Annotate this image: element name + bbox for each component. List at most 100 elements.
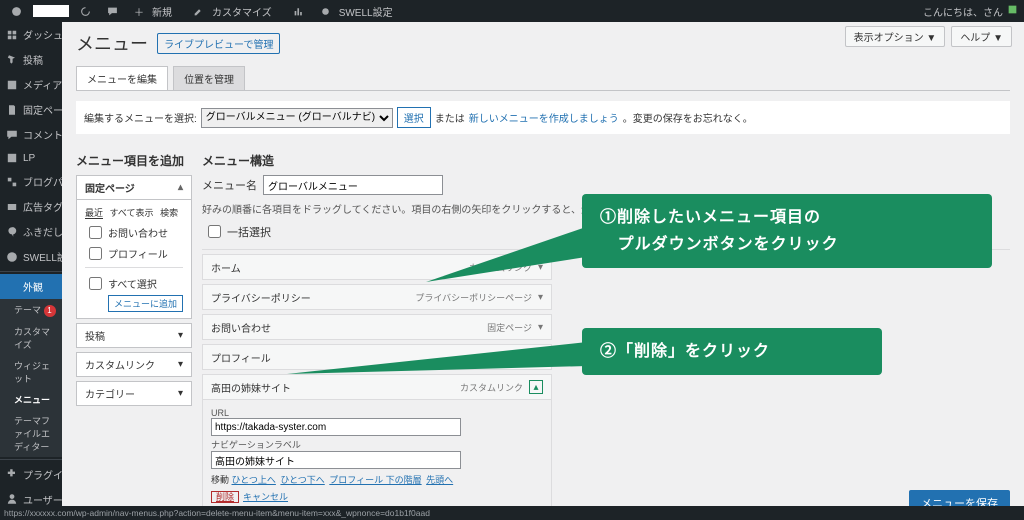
checkbox[interactable]	[89, 277, 102, 290]
callout-2: ②「削除」をクリック	[582, 328, 882, 375]
delete-item-link[interactable]: 削除	[211, 491, 239, 503]
chevron-down-icon[interactable]: ▾	[538, 292, 543, 303]
sidebar-sub-カスタマイズ[interactable]: カスタマイズ	[0, 321, 62, 355]
subtab-all[interactable]: すべて表示	[110, 208, 154, 218]
sidebar-sub-メニュー[interactable]: メニュー	[0, 389, 62, 410]
avatar-icon[interactable]	[1007, 4, 1018, 18]
tab-manage-locations[interactable]: 位置を管理	[173, 66, 245, 90]
tb-greeting[interactable]: こんにちは、さん	[923, 4, 1003, 19]
wp-logo[interactable]	[6, 6, 27, 17]
checkbox[interactable]	[89, 247, 102, 260]
sidebar-item-balloon[interactable]: ふきだし	[0, 219, 62, 244]
sidebar-item-label: 外観	[23, 279, 43, 294]
appearance-icon	[6, 281, 18, 293]
sidebar-item-media[interactable]: メディア	[0, 72, 62, 97]
cancel-link[interactable]: キャンセル	[243, 492, 288, 502]
subtab-search[interactable]: 検索	[160, 208, 178, 218]
dash-icon	[6, 29, 18, 41]
sidebar-item-label: 固定ページ	[23, 102, 62, 117]
sidebar-sub-テーマ[interactable]: テーマ 1	[0, 299, 62, 321]
tb-new[interactable]: ＋ 新規	[129, 4, 182, 19]
chevron-up-icon[interactable]: ▴	[529, 380, 543, 394]
nav-tabs: メニューを編集 位置を管理	[76, 66, 1010, 91]
menu-item-label: お問い合わせ	[211, 320, 271, 335]
sidebar-item-plugin[interactable]: プラグイン3	[0, 462, 62, 487]
sidebar-item-label: ふきだし	[23, 224, 62, 239]
callout-1: ①削除したいメニュー項目の プルダウンボタンをクリック	[582, 194, 992, 268]
callout-arrow-1	[426, 227, 586, 287]
menu-name-input[interactable]	[263, 175, 443, 195]
create-new-menu-link[interactable]: 新しいメニューを作成しましょう	[469, 110, 619, 125]
move-link[interactable]: 先頭へ	[426, 475, 453, 485]
move-link[interactable]: プロフィール 下の階層	[329, 475, 421, 485]
nav-label-input[interactable]	[211, 451, 461, 469]
status-bar: https://xxxxxx.com/wp-admin/nav-menus.ph…	[0, 506, 1024, 520]
tb-stats[interactable]	[288, 6, 309, 17]
chevron-down-icon: ▾	[178, 330, 183, 341]
ad-icon	[6, 201, 18, 213]
select-all-check[interactable]: すべて選択	[85, 274, 157, 293]
sidebar-item-dash[interactable]: ダッシュボード	[0, 22, 62, 47]
menu-item: お問い合わせ 固定ページ ▾	[202, 314, 552, 340]
tab-edit-menus[interactable]: メニューを編集	[76, 66, 168, 90]
fixed-pages-header[interactable]: 固定ページ▴	[77, 176, 191, 200]
sidebar-item-pin[interactable]: 投稿	[0, 47, 62, 72]
chevron-down-icon: ▾	[178, 359, 183, 370]
fixed-pages-subtabs: 最近 すべて表示 検索	[85, 206, 183, 219]
sidebar-item-label: 広告タグ	[23, 199, 62, 214]
move-row: 移動 ひとつ上へ ひとつ下へ プロフィール 下の階層 先頭へ	[211, 473, 543, 486]
sidebar-sub-テーマファイルエディター[interactable]: テーマファイルエディター	[0, 410, 62, 457]
subtab-recent[interactable]: 最近	[85, 208, 103, 219]
page-check-profile[interactable]: プロフィール	[85, 244, 183, 263]
tb-updates[interactable]	[75, 6, 96, 17]
swell-icon	[6, 251, 18, 263]
tb-customize[interactable]: カスタマイズ	[188, 4, 282, 19]
add-to-menu-button[interactable]: メニューに追加	[108, 295, 183, 312]
checkbox[interactable]	[208, 225, 221, 238]
accordion-category[interactable]: カテゴリー▾	[76, 381, 192, 406]
pin-icon	[6, 54, 18, 66]
menu-item-type: 固定ページ	[487, 321, 532, 334]
menu-select-bar: 編集するメニューを選択: グローバルメニュー (グローバルナビ) 選択 または …	[76, 101, 1010, 134]
select-menu-button[interactable]: 選択	[397, 107, 431, 128]
help-toggle[interactable]: ヘルプ ▼	[951, 26, 1012, 47]
page-title: メニュー	[76, 30, 148, 56]
sidebar-item-label: ユーザー	[23, 492, 62, 507]
callout-arrow-2	[287, 342, 587, 382]
site-name-redacted[interactable]	[33, 5, 69, 17]
fixed-pages-box: 固定ページ▴ 最近 すべて表示 検索 お問い合わせ プロフィール すべて選択 メ…	[76, 175, 192, 319]
sidebar-item-ad[interactable]: 広告タグ	[0, 194, 62, 219]
chevron-down-icon[interactable]: ▾	[538, 322, 543, 333]
menu-item: プライバシーポリシープライバシーポリシーページ▾	[202, 284, 552, 310]
menu-select[interactable]: グローバルメニュー (グローバルナビ)	[201, 108, 393, 128]
menu-item-label: 高田の姉妹サイト	[211, 380, 291, 395]
checkbox[interactable]	[89, 226, 102, 239]
menu-item-bar[interactable]: お問い合わせ 固定ページ ▾	[202, 314, 552, 340]
menu-item-label: ホーム	[211, 260, 241, 275]
menu-name-label: メニュー名	[202, 177, 257, 193]
live-preview-button[interactable]: ライブプレビューで管理	[157, 33, 280, 54]
sidebar-item-page[interactable]: 固定ページ	[0, 97, 62, 122]
menu-item-bar[interactable]: プライバシーポリシープライバシーポリシーページ▾	[202, 284, 552, 310]
lp-icon	[6, 152, 18, 164]
sidebar-sub-ウィジェット[interactable]: ウィジェット	[0, 355, 62, 389]
page-check-contact[interactable]: お問い合わせ	[85, 223, 183, 242]
sidebar-item-appearance[interactable]: 外観	[0, 274, 62, 299]
menu-item-label: プロフィール	[211, 350, 271, 365]
accordion-posts[interactable]: 投稿▾	[76, 323, 192, 348]
move-link[interactable]: ひとつ上へ	[232, 475, 276, 485]
admin-toolbar: ＋ 新規 カスタマイズ SWELL設定 こんにちは、さん	[0, 0, 1024, 22]
media-icon	[6, 79, 18, 91]
sidebar-item-label: 投稿	[23, 52, 43, 67]
sidebar-item-parts[interactable]: ブログパーツ	[0, 169, 62, 194]
tb-swell[interactable]: SWELL設定	[315, 4, 403, 19]
sidebar-item-comment[interactable]: コメント0	[0, 122, 62, 147]
tb-comments[interactable]	[102, 6, 123, 17]
sidebar-item-lp[interactable]: LP	[0, 147, 62, 169]
url-input[interactable]	[211, 418, 461, 436]
sidebar-item-swell[interactable]: SWELL設定	[0, 244, 62, 269]
accordion-custom-link[interactable]: カスタムリンク▾	[76, 352, 192, 377]
move-link[interactable]: ひとつ下へ	[280, 475, 324, 485]
screen-options-toggle[interactable]: 表示オプション ▼	[845, 26, 946, 47]
menu-structure-heading: メニュー構造	[202, 152, 1010, 169]
